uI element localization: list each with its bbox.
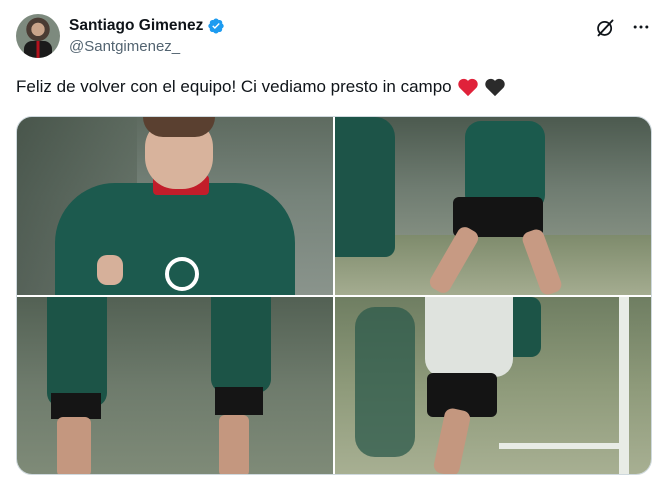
black-heart-icon [484,77,506,97]
tweet-text: Feliz de volver con el equipo! Ci vediam… [16,77,506,97]
photo-1[interactable] [17,117,333,295]
verified-badge-icon[interactable] [207,17,225,35]
media-grid [16,116,652,475]
photo-3-player-one [47,297,107,407]
photo-3-player-two-legs [219,415,249,474]
photo-2[interactable] [335,117,651,295]
photo-4-player-leg [432,407,472,474]
tweet: Santiago Gimenez @Santgimenez_ Feliz de … [0,0,669,483]
avatar-shirt [24,41,52,58]
photo-4[interactable] [335,297,651,474]
photo-4-training-vest [425,297,513,377]
handle[interactable]: @Santgimenez_ [69,38,180,55]
photo-1-player-hair [143,117,215,137]
more-icon[interactable] [630,16,652,38]
author-name-row: Santiago Gimenez [69,16,225,36]
display-name[interactable]: Santiago Gimenez [69,17,203,35]
tweet-text-body: Feliz de volver con el equipo! Ci vediam… [16,77,452,96]
grok-icon[interactable] [594,16,616,38]
red-heart-icon [457,77,479,97]
photo-3[interactable] [17,297,333,474]
photo-3-player-two [211,297,271,393]
avatar[interactable] [16,14,60,58]
photo-2-left-player [335,117,395,257]
photo-4-goal-bar [499,443,629,449]
photo-4-background-player [355,307,415,457]
photo-3-player-one-shorts [51,393,101,419]
photo-1-thumbs-up [97,255,123,285]
top-actions [594,16,652,38]
photo-3-player-one-legs [57,417,91,474]
photo-3-player-two-shorts [215,387,263,415]
photo-1-sponsor-logo [165,257,199,291]
